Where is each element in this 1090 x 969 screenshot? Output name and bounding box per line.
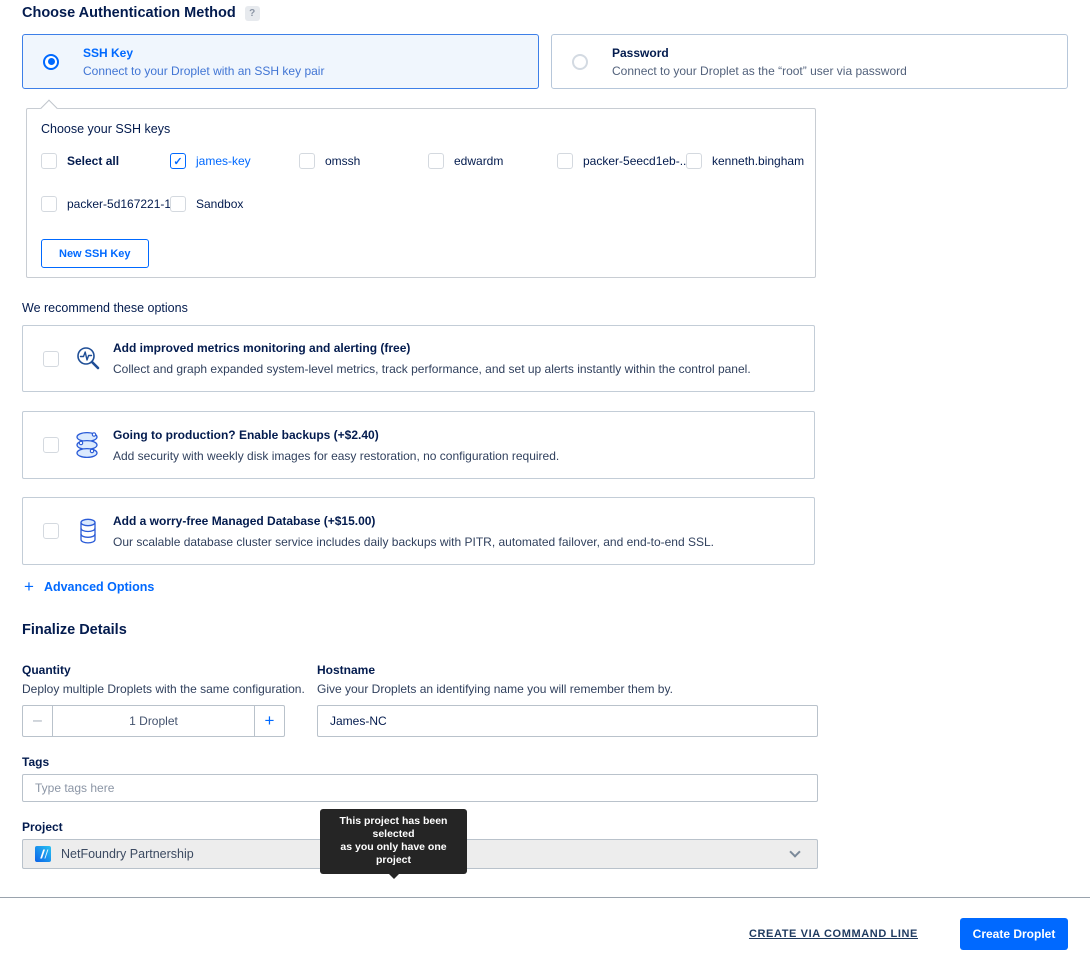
plus-icon: + [24,580,34,594]
checkbox-packer-5eecd1eb[interactable] [557,153,573,169]
checkbox-monitoring[interactable] [43,351,59,367]
project-tooltip: This project has been selected as you on… [320,809,467,874]
hostname-label: Hostname [317,663,818,677]
ssh-key-kenneth-bingham[interactable]: kenneth.bingham [686,153,815,169]
checkbox-managed-database[interactable] [43,523,59,539]
chevron-down-icon [789,846,800,857]
tags-block: Tags [22,755,1090,802]
checkbox-edwardm[interactable] [428,153,444,169]
managed-database-description: Our scalable database cluster service in… [113,535,714,549]
quantity-decrement-button[interactable]: – [23,706,53,736]
password-description: Connect to your Droplet as the “root” us… [612,64,907,78]
checkbox-select-all[interactable] [41,153,57,169]
option-card-managed-database[interactable]: Add a worry-free Managed Database (+$15.… [22,497,815,565]
finalize-details-title: Finalize Details [22,622,1090,638]
advanced-options-label: Advanced Options [44,580,154,594]
create-droplet-page: Choose Authentication Method ? SSH Key C… [0,5,1090,969]
ssh-key-packer-5eecd1eb[interactable]: packer-5eecd1eb-... [557,153,686,169]
tags-label: Tags [22,755,1090,769]
checkbox-james-key[interactable] [170,153,186,169]
quantity-value: 1 Droplet [53,706,254,736]
ssh-key-title: SSH Key [83,46,324,60]
checkbox-packer-5d167221[interactable] [41,196,57,212]
ssh-key-select-all[interactable]: Select all [41,153,170,169]
create-via-command-line-link[interactable]: CREATE VIA COMMAND LINE [749,928,918,940]
netfoundry-logo-icon [35,846,51,862]
option-card-monitoring[interactable]: Add improved metrics monitoring and aler… [22,325,815,392]
checkbox-omssh[interactable] [299,153,315,169]
monitoring-title: Add improved metrics monitoring and aler… [113,341,751,355]
hostname-input[interactable] [317,705,818,737]
auth-section-title: Choose Authentication Method [22,5,236,21]
metrics-monitoring-icon [71,345,105,372]
checkbox-sandbox[interactable] [170,196,186,212]
backups-description: Add security with weekly disk images for… [113,449,559,463]
footer-bar: CREATE VIA COMMAND LINE Create Droplet [0,898,1090,950]
auth-option-password[interactable]: Password Connect to your Droplet as the … [551,34,1068,89]
ssh-key-sandbox[interactable]: Sandbox [170,196,299,212]
managed-database-icon [71,518,105,544]
tooltip-line-2: as you only have one project [328,841,459,867]
radio-password[interactable] [572,54,588,70]
tooltip-line-1: This project has been selected [328,815,459,841]
quantity-description: Deploy multiple Droplets with the same c… [22,682,317,696]
project-block: Project NetFoundry Partnership [22,820,1090,869]
radio-ssh-key[interactable] [43,54,59,70]
ssh-key-edwardm[interactable]: edwardm [428,153,557,169]
auth-option-ssh-key[interactable]: SSH Key Connect to your Droplet with an … [22,34,539,89]
backups-title: Going to production? Enable backups (+$2… [113,428,559,442]
managed-database-title: Add a worry-free Managed Database (+$15.… [113,514,714,528]
ssh-key-description: Connect to your Droplet with an SSH key … [83,64,324,78]
tags-input[interactable] [22,774,818,802]
create-droplet-button[interactable]: Create Droplet [960,918,1068,950]
help-icon[interactable]: ? [245,6,260,21]
quantity-increment-button[interactable]: + [254,706,284,736]
checkbox-kenneth-bingham[interactable] [686,153,702,169]
quantity-label: Quantity [22,663,317,677]
ssh-key-omssh[interactable]: omssh [299,153,428,169]
ssh-keys-panel: Choose your SSH keys Select all james-ke… [26,108,816,278]
recommendations-label: We recommend these options [22,301,1090,315]
option-card-backups[interactable]: Going to production? Enable backups (+$2… [22,411,815,479]
backups-icon [71,429,105,461]
panel-notch [41,100,58,117]
ssh-key-grid: Select all james-key omssh edwardm packe… [41,153,801,212]
advanced-options-toggle[interactable]: + Advanced Options [24,580,1090,594]
project-label: Project [22,820,1090,834]
finalize-grid: Quantity Deploy multiple Droplets with t… [22,663,1090,737]
ssh-key-james-key[interactable]: james-key [170,153,299,169]
auth-heading-row: Choose Authentication Method ? [22,5,1090,21]
ssh-key-packer-5d167221[interactable]: packer-5d167221-1... [41,196,170,212]
auth-method-row: SSH Key Connect to your Droplet with an … [22,34,1068,89]
hostname-description: Give your Droplets an identifying name y… [317,682,818,696]
ssh-keys-label: Choose your SSH keys [41,122,801,136]
new-ssh-key-button[interactable]: New SSH Key [41,239,149,268]
quantity-stepper: – 1 Droplet + [22,705,285,737]
password-title: Password [612,46,907,60]
monitoring-description: Collect and graph expanded system-level … [113,362,751,376]
checkbox-backups[interactable] [43,437,59,453]
